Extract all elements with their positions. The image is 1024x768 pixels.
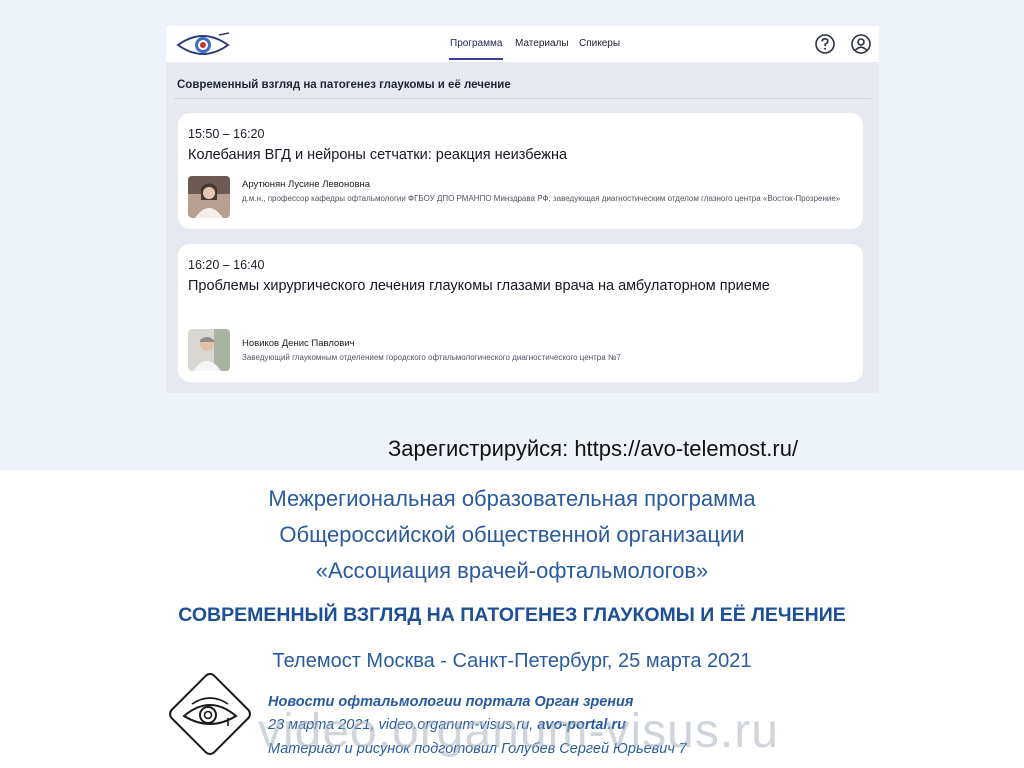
section-divider <box>174 98 871 99</box>
app-navbar: Программа Материалы Спикеры <box>166 26 879 62</box>
program-headline: СОВРЕМЕННЫЙ ВЗГЛЯД НА ПАТОГЕНЕЗ ГЛАУКОМЫ… <box>178 604 846 626</box>
speaker-name: Арутюнян Лусине Левоновна <box>242 179 371 190</box>
speaker-role: д.м.н., профессор кафедры офтальмологии … <box>242 194 841 203</box>
organum-visus-logo-icon <box>169 673 251 755</box>
speaker-role: Заведующий глаукомным отделением городск… <box>242 353 621 362</box>
session-card[interactable]: 15:50 – 16:20 Колебания ВГД и нейроны се… <box>178 113 863 229</box>
eye-logo-icon[interactable] <box>175 30 231 60</box>
program-line-3: «Ассоциация врачей-офтальмологов» <box>315 558 709 583</box>
session-title: Колебания ВГД и нейроны сетчатки: реакци… <box>188 147 568 163</box>
active-tab-indicator <box>449 58 503 60</box>
registration-link[interactable]: Зарегистрируйся: https://avo-telemost.ru… <box>388 436 798 462</box>
telemost-info: Телемост Москва - Санкт-Петербург, 25 ма… <box>272 650 752 672</box>
speaker-avatar <box>188 176 230 218</box>
program-line-1: Межрегиональная образовательная программ… <box>268 486 756 511</box>
section-title: Современный взгляд на патогенез глаукомы… <box>177 79 511 91</box>
session-card[interactable]: 16:20 – 16:40 Проблемы хирургического ле… <box>178 244 863 382</box>
program-app-screenshot: Программа Материалы Спикеры Современный … <box>166 26 879 393</box>
speaker-avatar <box>188 329 230 371</box>
user-icon[interactable] <box>850 33 872 55</box>
speaker-name: Новиков Денис Павлович <box>242 338 355 349</box>
session-time: 15:50 – 16:20 <box>188 127 265 141</box>
watermark: video.organum-visus.ru <box>258 705 779 758</box>
tab-program[interactable]: Программа <box>450 38 502 49</box>
session-time: 16:20 – 16:40 <box>188 258 265 272</box>
help-icon[interactable] <box>814 33 836 55</box>
tab-speakers[interactable]: Спикеры <box>579 38 620 49</box>
program-line-2: Общероссийской общественной организации <box>279 522 745 547</box>
tab-materials[interactable]: Материалы <box>515 38 569 49</box>
session-title: Проблемы хирургического лечения глаукомы… <box>188 278 770 294</box>
